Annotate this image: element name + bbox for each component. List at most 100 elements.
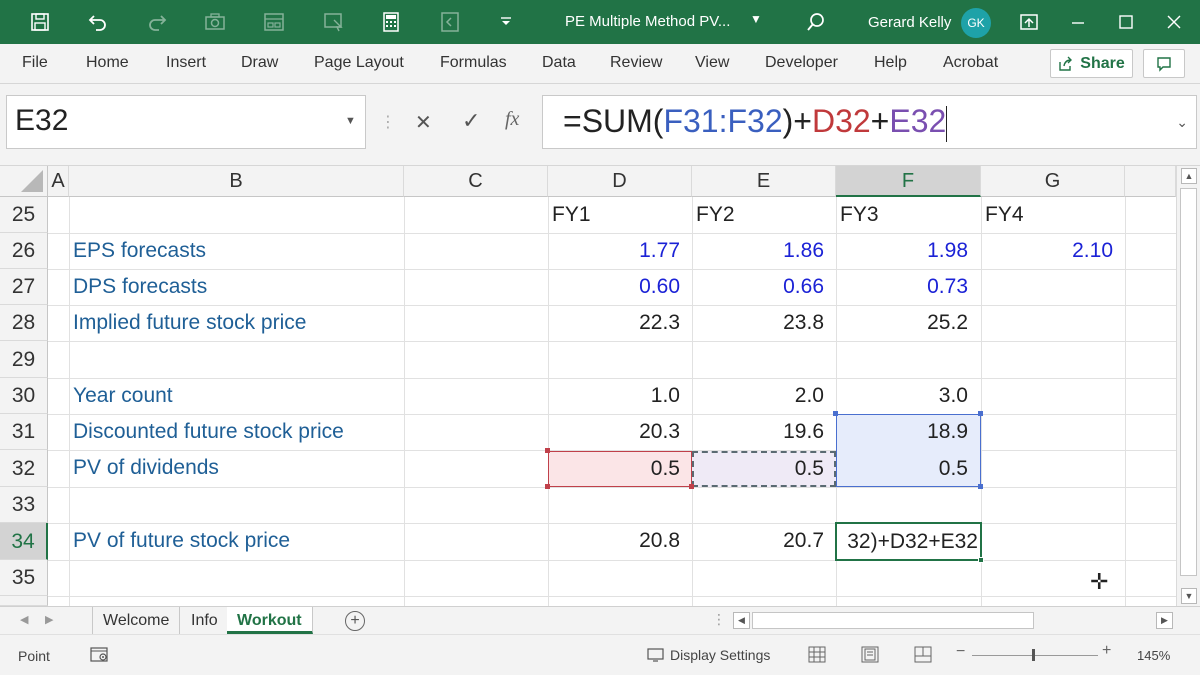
row-header-34[interactable]: 34	[0, 523, 48, 560]
cancel-icon[interactable]: ✕	[415, 110, 432, 135]
cell-f32[interactable]: 0.5	[836, 451, 968, 487]
cell-f26[interactable]: 1.98	[836, 233, 968, 269]
cell-b30[interactable]: Year count	[73, 378, 173, 414]
sheet-tab-workout[interactable]: Workout	[227, 607, 313, 634]
previous-sheet-icon[interactable]: ◀	[20, 613, 28, 626]
cell-d30[interactable]: 1.0	[548, 378, 680, 414]
share-button[interactable]: Share	[1050, 49, 1133, 78]
normal-view-icon[interactable]	[808, 646, 826, 663]
row-header-30[interactable]: 30	[0, 378, 48, 414]
zoom-out-icon[interactable]: −	[956, 643, 965, 661]
scroll-right-icon[interactable]: ▶	[1156, 612, 1173, 629]
customize-toolbar-icon[interactable]	[492, 8, 520, 36]
row-header-31[interactable]: 31	[0, 414, 48, 450]
tab-page-layout[interactable]: Page Layout	[314, 54, 404, 72]
column-header-e[interactable]: E	[692, 166, 836, 197]
horizontal-scroll-thumb[interactable]	[752, 612, 1034, 629]
save-icon[interactable]	[26, 8, 54, 36]
row-header-36[interactable]	[0, 596, 48, 606]
cell-e28[interactable]: 23.8	[692, 305, 824, 341]
column-header-h[interactable]	[1125, 166, 1176, 197]
tab-formulas[interactable]: Formulas	[440, 54, 507, 72]
user-name[interactable]: Gerard Kelly	[868, 14, 951, 31]
cell-b27[interactable]: DPS forecasts	[73, 269, 207, 305]
scroll-up-icon[interactable]: ▲	[1181, 168, 1197, 184]
cell-g25[interactable]: FY4	[985, 197, 1024, 233]
scroll-down-icon[interactable]: ▼	[1181, 588, 1197, 604]
vertical-scrollbar[interactable]: ▲ ▼	[1176, 166, 1200, 606]
undo-icon[interactable]	[84, 8, 112, 36]
redo-icon[interactable]	[143, 8, 171, 36]
comments-button[interactable]	[1143, 49, 1185, 78]
divider-grip-icon[interactable]: ⋮	[380, 112, 396, 132]
cell-b26[interactable]: EPS forecasts	[73, 233, 206, 269]
fill-handle[interactable]	[978, 557, 984, 563]
add-sheet-icon[interactable]: +	[345, 611, 365, 631]
enter-icon[interactable]: ✓	[462, 108, 480, 134]
tab-data[interactable]: Data	[542, 54, 576, 72]
column-header-d[interactable]: D	[548, 166, 692, 197]
cell-f25[interactable]: FY3	[840, 197, 879, 233]
zoom-slider-thumb[interactable]	[1032, 649, 1035, 661]
display-settings-button[interactable]: Display Settings	[646, 647, 770, 663]
calculator-icon[interactable]	[377, 8, 405, 36]
maximize-icon[interactable]	[1112, 8, 1140, 36]
form-icon[interactable]	[260, 8, 288, 36]
cell-e26[interactable]: 1.86	[692, 233, 824, 269]
cell-e27[interactable]: 0.66	[692, 269, 824, 305]
worksheet-grid[interactable]: A B C D E F G 25 26 27 28 29 30 31 32 33…	[0, 166, 1176, 606]
cell-f27[interactable]: 0.73	[836, 269, 968, 305]
search-icon[interactable]	[802, 8, 830, 36]
active-cell-f34[interactable]: 32)+D32+E32	[835, 522, 982, 561]
row-header-26[interactable]: 26	[0, 233, 48, 269]
page-break-view-icon[interactable]	[914, 646, 932, 663]
cell-d27[interactable]: 0.60	[548, 269, 680, 305]
cell-b31[interactable]: Discounted future stock price	[73, 414, 344, 450]
close-icon[interactable]	[1160, 8, 1188, 36]
range-handle[interactable]	[978, 484, 983, 489]
camera-icon[interactable]	[201, 8, 229, 36]
cell-b34[interactable]: PV of future stock price	[73, 523, 290, 559]
tab-file[interactable]: File	[22, 54, 48, 72]
column-header-c[interactable]: C	[404, 166, 548, 197]
formula-input[interactable]: =SUM(F31:F32)+D32+E32 ⌄	[542, 95, 1197, 149]
name-box[interactable]: E32	[6, 95, 366, 149]
zoom-in-icon[interactable]: +	[1102, 642, 1111, 660]
column-header-f[interactable]: F	[836, 166, 981, 197]
sheet-tab-welcome[interactable]: Welcome	[92, 607, 181, 634]
sheet-tab-info[interactable]: Info	[181, 607, 229, 634]
column-header-a[interactable]: A	[48, 166, 69, 197]
scroll-left-icon[interactable]: ◀	[733, 612, 750, 629]
row-header-35[interactable]: 35	[0, 560, 48, 596]
tab-insert[interactable]: Insert	[166, 54, 206, 72]
avatar[interactable]: GK	[961, 8, 991, 38]
row-header-27[interactable]: 27	[0, 269, 48, 305]
cell-e25[interactable]: FY2	[696, 197, 735, 233]
cell-d31[interactable]: 20.3	[548, 414, 680, 450]
cell-f31[interactable]: 18.9	[836, 414, 968, 450]
next-sheet-icon[interactable]: ▶	[45, 613, 53, 626]
cell-f28[interactable]: 25.2	[836, 305, 968, 341]
zoom-slider[interactable]	[972, 655, 1098, 656]
cell-e30[interactable]: 2.0	[692, 378, 824, 414]
expand-formula-bar-icon[interactable]: ⌄	[1176, 114, 1188, 131]
cell-d26[interactable]: 1.77	[548, 233, 680, 269]
minimize-icon[interactable]	[1064, 8, 1092, 36]
cell-d34[interactable]: 20.8	[548, 523, 680, 559]
row-header-29[interactable]: 29	[0, 341, 48, 378]
column-header-b[interactable]: B	[69, 166, 404, 197]
macro-recording-icon[interactable]	[90, 646, 110, 664]
cell-d32[interactable]: 0.5	[548, 451, 680, 487]
row-header-32[interactable]: 32	[0, 450, 48, 487]
tab-acrobat[interactable]: Acrobat	[943, 54, 998, 72]
cell-b32[interactable]: PV of dividends	[73, 450, 219, 486]
tab-help[interactable]: Help	[874, 54, 907, 72]
chevron-down-icon[interactable]: ▼	[750, 12, 762, 26]
insert-function-icon[interactable]: fx	[505, 108, 519, 131]
zoom-level[interactable]: 145%	[1137, 648, 1170, 663]
range-handle[interactable]	[978, 411, 983, 416]
cell-e34[interactable]: 20.7	[692, 523, 824, 559]
tab-view[interactable]: View	[695, 54, 729, 72]
ribbon-display-icon[interactable]	[1015, 8, 1043, 36]
cell-d25[interactable]: FY1	[552, 197, 591, 233]
